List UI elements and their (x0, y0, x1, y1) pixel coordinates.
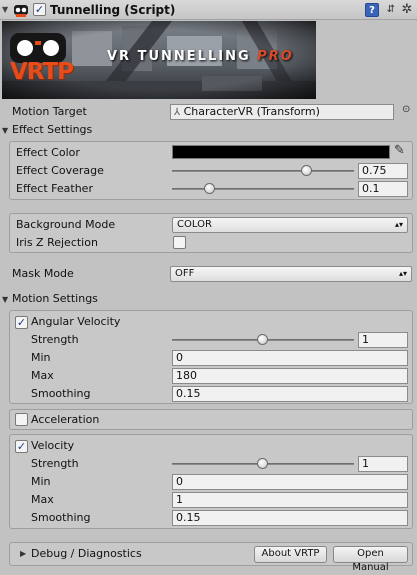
mask-mode-label: Mask Mode (12, 267, 74, 280)
effect-color-label: Effect Color (16, 146, 80, 159)
velocity-checkbox[interactable]: ✓ (15, 440, 28, 453)
fold-right-icon[interactable]: ▶ (20, 549, 26, 558)
motion-settings-header[interactable]: Motion Settings (12, 292, 98, 305)
motion-target-label: Motion Target (12, 105, 87, 118)
dropdown-arrow-icon: ▴▾ (394, 220, 403, 229)
acceleration-label: Acceleration (31, 413, 100, 426)
fold-down-icon[interactable]: ▼ (2, 5, 8, 14)
velocity-min-field[interactable]: 0 (172, 474, 408, 490)
eyedropper-icon[interactable]: ✎ (394, 143, 405, 158)
background-mode-label: Background Mode (16, 218, 116, 231)
velocity-smoothing-label: Smoothing (31, 511, 91, 524)
about-vrtp-button[interactable]: About VRTP (254, 546, 327, 563)
angular-strength-label: Strength (31, 333, 79, 346)
velocity-max-label: Max (31, 493, 54, 506)
angular-max-label: Max (31, 369, 54, 382)
dropdown-arrow-icon: ▴▾ (398, 269, 407, 278)
effect-settings-header[interactable]: Effect Settings (12, 123, 92, 136)
angular-velocity-label: Angular Velocity (31, 315, 121, 328)
velocity-label: Velocity (31, 439, 75, 452)
angular-smoothing-field[interactable]: 0.15 (172, 386, 408, 402)
script-icon (14, 5, 28, 17)
acceleration-checkbox[interactable] (15, 413, 28, 426)
angular-min-field[interactable]: 0 (172, 350, 408, 366)
object-picker-icon[interactable]: ⊙ (402, 104, 410, 115)
motion-target-field[interactable]: ⅄ CharacterVR (Transform) (170, 104, 394, 120)
background-mode-dropdown[interactable]: COLOR ▴▾ (172, 217, 408, 233)
enable-checkbox[interactable]: ✓ (33, 3, 46, 16)
velocity-min-label: Min (31, 475, 51, 488)
debug-diagnostics-label[interactable]: Debug / Diagnostics (31, 547, 142, 560)
angular-min-label: Min (31, 351, 51, 364)
effect-color-swatch[interactable] (172, 145, 390, 159)
gear-icon[interactable]: ✲ (400, 3, 414, 17)
coverage-slider-thumb[interactable] (301, 165, 312, 176)
feather-slider-thumb[interactable] (204, 183, 215, 194)
transform-icon: ⅄ (174, 107, 181, 118)
vrtp-banner: VRTP VR TUNNELLING PRO (2, 21, 316, 99)
effect-feather-label: Effect Feather (16, 182, 93, 195)
fold-down-icon[interactable]: ▼ (2, 295, 8, 304)
angular-strength-slider-thumb[interactable] (257, 334, 268, 345)
feather-value-field[interactable]: 0.1 (358, 181, 408, 197)
angular-velocity-checkbox[interactable]: ✓ (15, 316, 28, 329)
velocity-max-field[interactable]: 1 (172, 492, 408, 508)
iris-z-rejection-label: Iris Z Rejection (16, 236, 98, 249)
velocity-strength-slider-thumb[interactable] (257, 458, 268, 469)
iris-z-rejection-checkbox[interactable] (173, 236, 186, 249)
coverage-slider-track[interactable] (172, 170, 354, 172)
feather-slider-track[interactable] (172, 188, 354, 190)
banner-title: VR TUNNELLING PRO (107, 49, 294, 64)
angular-strength-field[interactable]: 1 (358, 332, 408, 348)
velocity-smoothing-field[interactable]: 0.15 (172, 510, 408, 526)
component-title: Tunnelling (Script) (50, 3, 176, 17)
angular-smoothing-label: Smoothing (31, 387, 91, 400)
angular-max-field[interactable]: 180 (172, 368, 408, 384)
fold-down-icon[interactable]: ▼ (2, 126, 8, 135)
open-manual-button[interactable]: Open Manual (333, 546, 408, 573)
mask-mode-dropdown[interactable]: OFF ▴▾ (170, 266, 412, 282)
velocity-strength-label: Strength (31, 457, 79, 470)
velocity-strength-field[interactable]: 1 (358, 456, 408, 472)
component-header: ▼ ✓ Tunnelling (Script) ? ⇵ ✲ (0, 0, 417, 20)
preset-icon[interactable]: ⇵ (384, 3, 398, 17)
effect-coverage-label: Effect Coverage (16, 164, 104, 177)
coverage-value-field[interactable]: 0.75 (358, 163, 408, 179)
vrtp-logo-text: VRTP (10, 59, 74, 85)
help-icon[interactable]: ? (365, 3, 379, 17)
